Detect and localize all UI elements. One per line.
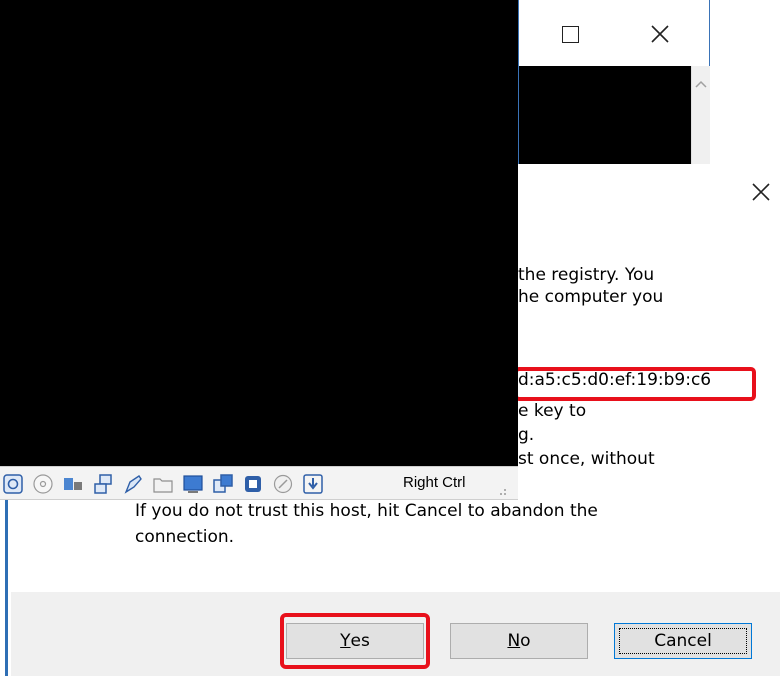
- yes-mnemonic: Y: [340, 631, 351, 651]
- cpu-icon[interactable]: [242, 473, 264, 495]
- dialog-close-button[interactable]: [745, 174, 777, 210]
- maximize-icon: [561, 25, 579, 43]
- virtualbox-window: Right Ctrl: [0, 0, 518, 500]
- close-button[interactable]: [637, 16, 683, 52]
- message-line: he computer you: [518, 287, 664, 307]
- message-line: If you do not trust this host, hit Cance…: [135, 501, 598, 521]
- optical-drive-icon[interactable]: [32, 473, 54, 495]
- host-key-label: Right Ctrl: [403, 474, 466, 491]
- shared-folders-icon[interactable]: [152, 473, 174, 495]
- fingerprint-highlight: [514, 367, 756, 401]
- no-label: o: [520, 631, 531, 651]
- maximize-button[interactable]: [547, 16, 593, 52]
- focus-rectangle: [619, 628, 747, 654]
- message-line: g.: [518, 425, 535, 445]
- display-icon[interactable]: [182, 473, 204, 495]
- message-line: e key to: [518, 401, 587, 421]
- close-icon: [752, 183, 770, 201]
- message-line: connection.: [135, 527, 235, 547]
- vm-display[interactable]: [0, 0, 518, 466]
- network-icon[interactable]: [2, 473, 24, 495]
- video-capture-icon[interactable]: [212, 473, 234, 495]
- no-button[interactable]: No: [450, 623, 588, 659]
- resize-grip-icon[interactable]: [494, 485, 508, 497]
- no-mnemonic: N: [507, 631, 521, 651]
- yes-button[interactable]: Yes: [286, 623, 424, 659]
- usb-icon[interactable]: [122, 473, 144, 495]
- mouse-integration-icon[interactable]: [272, 473, 294, 495]
- vm-status-bar: Right Ctrl: [0, 466, 518, 500]
- yes-label: es: [350, 631, 370, 651]
- audio-icon[interactable]: [62, 473, 84, 495]
- message-line: st once, without: [518, 449, 655, 469]
- close-icon: [651, 25, 669, 43]
- message-line: the registry. You: [518, 265, 655, 285]
- cancel-button[interactable]: Cancel: [614, 623, 752, 659]
- terminal-titlebar: [519, 0, 709, 66]
- terminal-window: [518, 0, 710, 167]
- shared-network-icon[interactable]: [92, 473, 114, 495]
- scroll-up-arrow-icon[interactable]: [695, 80, 707, 88]
- terminal-content[interactable]: [519, 66, 691, 166]
- arrow-down-icon[interactable]: [302, 473, 324, 495]
- terminal-scrollbar[interactable]: [691, 66, 710, 166]
